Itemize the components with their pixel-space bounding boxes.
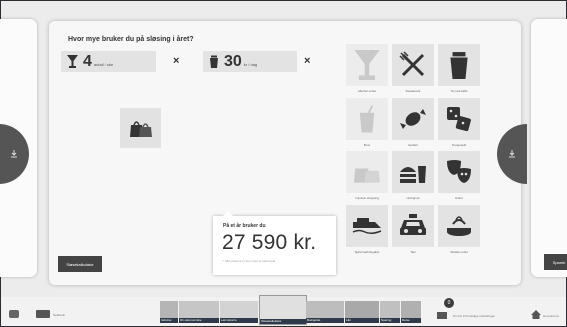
shopping-bags-icon (354, 161, 380, 183)
bank-logo-icon (9, 310, 19, 318)
category-label: Godteri (408, 143, 418, 147)
remove-coffee-button[interactable]: × (304, 55, 310, 67)
alcohol-quantity-unit: antall / uke (93, 62, 114, 67)
task-thumbnail[interactable]: Din økonomiske (179, 301, 219, 323)
category-tile-restaurant[interactable] (392, 44, 434, 86)
taxi-icon (398, 213, 428, 239)
task-thumbnail[interactable]: Lån (345, 301, 379, 323)
next-card[interactable]: Sparek (531, 19, 567, 277)
task-thumbnail[interactable]: Aktivitet (160, 301, 178, 323)
result-label: På et år bruker du (223, 223, 266, 229)
result-amount: 27 590 kr. (222, 231, 317, 254)
transfer-icon[interactable] (437, 312, 447, 319)
cocktail-glass-icon (354, 50, 380, 80)
notification-badge[interactable]: 0 (444, 298, 454, 308)
calculator-button[interactable]: Sløsekalkulator (58, 256, 102, 272)
home-icon[interactable] (531, 310, 541, 319)
soda-cup-icon (358, 105, 376, 133)
taskbar-home-label: Hovedmeny (543, 314, 560, 318)
category-tile-coffee[interactable] (438, 44, 480, 86)
shopping-bags-icon (129, 119, 152, 137)
coffee-amount-field[interactable]: 30 kr / dag (203, 51, 297, 72)
coffee-amount-unit: kr / dag (243, 62, 258, 67)
fast-food-icon (398, 160, 428, 184)
app-frame: Sparek Hvor mye bruker du på sløsing i å… (0, 0, 567, 327)
snus-tobacco-icon (445, 214, 473, 238)
category-tile-culture[interactable] (438, 151, 480, 193)
cocktail-glass-icon (67, 55, 78, 68)
taskbar-notice: Du har 0 fremtidige utbetalinger (453, 314, 496, 318)
category-tile-ferry[interactable] (346, 205, 388, 247)
task-thumbnail[interactable]: Lønnskonto (220, 301, 258, 323)
category-tile-shopping[interactable] (346, 151, 388, 193)
coffee-cup-icon (448, 51, 470, 79)
category-tile-candy[interactable] (392, 98, 434, 140)
category-label: Hurtigmat (406, 196, 420, 200)
task-thumbnail[interactable]: Budsjettet (306, 301, 344, 323)
category-label: Ta med kaffe (450, 89, 468, 93)
coffee-amount-value: 30 (224, 52, 242, 70)
fork-knife-icon (399, 51, 427, 79)
category-tile-soda[interactable] (346, 98, 388, 140)
category-tile-fastfood[interactable] (392, 151, 434, 193)
theater-masks-icon (445, 159, 473, 185)
alcohol-quantity-value: 4 (83, 52, 92, 70)
category-tile-tobacco[interactable] (438, 205, 480, 247)
download-icon (10, 150, 18, 158)
category-label: Restaurant (405, 89, 421, 93)
alcohol-quantity-field[interactable]: 4 antall / uke (61, 51, 156, 72)
category-label: Pengespill (452, 143, 466, 147)
category-label: Impulsiv shopping (354, 196, 379, 200)
category-tile-gambling[interactable] (438, 98, 480, 140)
dice-icon (445, 105, 473, 133)
category-label: Tobakk enhet (450, 250, 468, 254)
task-thumbnail[interactable]: Sparing (380, 301, 400, 323)
yearly-result-popup: På et år bruker du 27 590 kr. * Alle pri… (213, 211, 336, 275)
category-label: Taxi (410, 250, 416, 254)
category-tile-alcohol[interactable] (346, 44, 388, 86)
download-icon (508, 150, 516, 158)
taskbar-app-label: Nettbank (53, 313, 66, 317)
task-thumbnail-active[interactable]: Sløsekalkulator (259, 295, 307, 325)
category-label: Sjølvmedbringakst (354, 250, 380, 254)
bottom-taskbar: Nettbank Aktivitet Din økonomiske Lønnsk… (1, 295, 566, 326)
coffee-cup-icon (209, 55, 219, 68)
category-label: Alkohol enhet (357, 89, 377, 93)
category-label: Kultur (455, 196, 463, 200)
remove-alcohol-button[interactable]: × (173, 55, 179, 67)
selected-item-drop-zone[interactable] (120, 108, 161, 148)
category-tile-taxi[interactable] (392, 205, 434, 247)
category-label: Brus (363, 143, 371, 147)
result-note: * Alle priserne er kun ment et eksempel (223, 259, 276, 263)
page-title: Hvor mye bruker du på sløsing i året? (68, 36, 194, 43)
waste-calculator-card: Hvor mye bruker du på sløsing i året? 4 … (49, 21, 521, 285)
card-icon[interactable] (36, 310, 50, 318)
next-card-button[interactable]: Sparek (544, 254, 567, 270)
ferry-icon (351, 216, 383, 236)
task-thumbnail[interactable]: Reise (401, 301, 421, 323)
candy-icon (398, 107, 428, 131)
